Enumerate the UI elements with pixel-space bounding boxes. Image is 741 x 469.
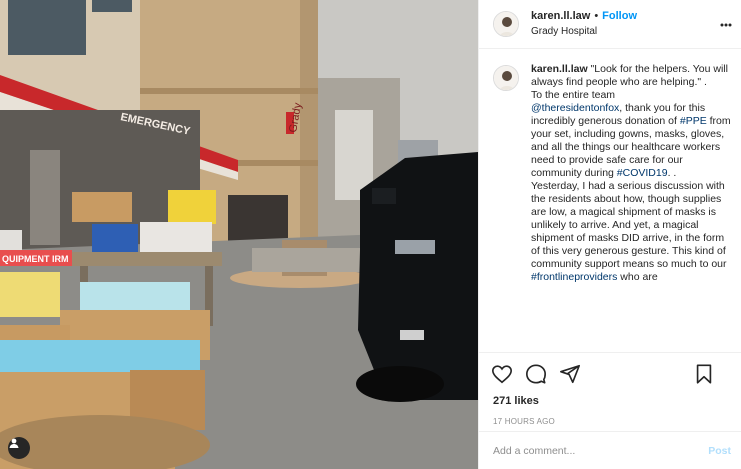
caption-text: karen.ll.law "Look for the helpers. You … bbox=[531, 63, 731, 352]
paper-plane-icon[interactable] bbox=[559, 363, 581, 385]
action-bar bbox=[479, 352, 741, 385]
likes-count[interactable]: 271 likes bbox=[479, 385, 741, 412]
caption-username[interactable]: karen.ll.law bbox=[531, 63, 588, 75]
location-link[interactable]: Grady Hospital bbox=[531, 24, 637, 39]
caption-to-team: To the entire team bbox=[531, 89, 616, 101]
comment-input[interactable] bbox=[493, 444, 709, 457]
hashtag-frontlineproviders[interactable]: #frontlineproviders bbox=[531, 271, 617, 283]
caption-para2: Yesterday, I had a serious discussion wi… bbox=[531, 180, 731, 284]
hashtag-covid19[interactable]: #COVID19 bbox=[617, 167, 668, 179]
header-meta: karen.ll.law • Follow Grady Hospital bbox=[531, 9, 637, 39]
caption-tail: who are bbox=[617, 271, 658, 283]
equipment-sign: QUIPMENT IRM bbox=[2, 254, 69, 264]
avatar[interactable] bbox=[493, 11, 519, 37]
caption-para2-text: Yesterday, I had a serious discussion wi… bbox=[531, 180, 727, 270]
bookmark-icon[interactable] bbox=[693, 363, 715, 385]
user-tag-icon[interactable] bbox=[8, 437, 30, 459]
post-side-panel: karen.ll.law • Follow Grady Hospital kar… bbox=[478, 0, 741, 469]
follow-button[interactable]: Follow bbox=[602, 9, 637, 24]
header-line: karen.ll.law • Follow bbox=[531, 9, 637, 24]
caption-body: To the entire team @theresidentonfox, tha… bbox=[531, 89, 731, 180]
separator-dot: • bbox=[594, 10, 599, 22]
heart-icon[interactable] bbox=[491, 363, 513, 385]
comment-icon[interactable] bbox=[525, 363, 547, 385]
caption-intro: karen.ll.law "Look for the helpers. You … bbox=[531, 63, 731, 89]
mention-link[interactable]: @theresidentonfox bbox=[531, 102, 619, 114]
post-header: karen.ll.law • Follow Grady Hospital bbox=[479, 0, 741, 49]
photo-illustration: EMERGENCY Grady QUIPMENT IRM bbox=[0, 0, 478, 469]
caption-avatar[interactable] bbox=[493, 65, 519, 91]
more-options-icon[interactable] bbox=[719, 15, 733, 35]
caption-area: karen.ll.law "Look for the helpers. You … bbox=[479, 49, 741, 352]
caption-after-covid: . . bbox=[667, 167, 677, 179]
comment-box: Post bbox=[479, 431, 741, 469]
username-link[interactable]: karen.ll.law bbox=[531, 9, 590, 24]
instagram-post: EMERGENCY Grady QUIPMENT IRM karen.ll.la… bbox=[0, 0, 741, 469]
hashtag-ppe[interactable]: #PPE bbox=[680, 115, 707, 127]
post-comment-button[interactable]: Post bbox=[708, 445, 731, 457]
post-photo[interactable]: EMERGENCY Grady QUIPMENT IRM bbox=[0, 0, 478, 469]
